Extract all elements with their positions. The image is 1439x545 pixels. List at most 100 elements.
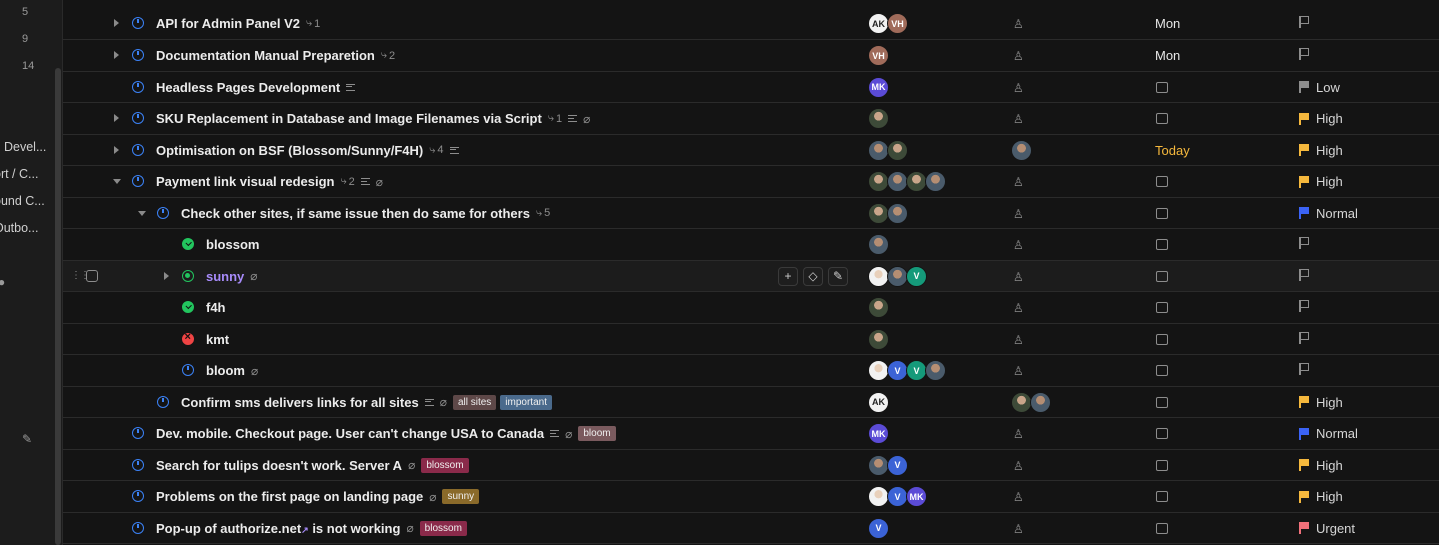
assignees[interactable] — [868, 297, 889, 318]
priority[interactable] — [1299, 363, 1310, 375]
tag-badge[interactable]: sunny — [442, 489, 480, 504]
add-assignee-icon[interactable]: ♙ — [1013, 333, 1024, 347]
assignees[interactable] — [868, 328, 889, 350]
sidebar-item-support[interactable]: ort / C... — [0, 167, 50, 181]
task-row[interactable]: Problems on the first page on landing pa… — [63, 481, 1439, 513]
task-title[interactable]: API for Admin Panel V2 ⤷ 1 — [156, 16, 320, 31]
row-checkbox[interactable] — [86, 269, 98, 282]
in-progress-status-icon[interactable] — [132, 17, 144, 29]
priority[interactable] — [1299, 237, 1310, 249]
task-title[interactable]: Search for tulips doesn't work. Server A… — [156, 457, 469, 473]
task-row[interactable]: Confirm sms delivers links for all sites… — [63, 387, 1439, 418]
calendar-icon[interactable] — [1156, 459, 1168, 471]
in-progress-status-icon[interactable] — [132, 427, 144, 439]
in-progress-status-icon[interactable] — [157, 395, 169, 408]
task-row[interactable]: Headless Pages Development MK ♙ Low — [63, 72, 1439, 103]
assignee-avatar[interactable] — [1011, 391, 1051, 413]
assignees[interactable]: AK VH — [868, 13, 908, 34]
calendar-icon[interactable] — [1156, 270, 1168, 282]
add-assignee-icon[interactable]: ♙ — [1013, 17, 1024, 31]
task-row[interactable]: f4h ♙ — [63, 292, 1439, 324]
task-title[interactable]: Documentation Manual Preparetion ⤷ 2 — [156, 48, 395, 63]
in-progress-status-icon[interactable] — [132, 80, 144, 93]
add-assignee-icon[interactable]: ♙ — [1013, 490, 1024, 504]
priority[interactable]: High — [1299, 174, 1343, 189]
expand-caret-icon[interactable] — [114, 114, 119, 122]
add-assignee-icon[interactable]: ♙ — [1013, 270, 1024, 284]
task-title[interactable]: Payment link visual redesign ⤷ 2 ⌀ — [156, 174, 383, 189]
add-assignee-icon[interactable]: ♙ — [1013, 81, 1024, 95]
in-progress-status-icon[interactable] — [132, 521, 144, 534]
calendar-icon[interactable] — [1156, 428, 1168, 439]
task-title[interactable]: Check other sites, if same issue then do… — [181, 206, 550, 221]
rename-pencil-icon[interactable]: ✎ — [828, 266, 848, 286]
sidebar-item-inbound[interactable]: ound C... — [0, 194, 50, 208]
assignees[interactable] — [868, 202, 908, 224]
assignee-avatar[interactable] — [1011, 139, 1032, 161]
task-row[interactable]: ⋮⋮ sunny ⌀ + ◇ ✎ V ♙ — [63, 260, 1439, 292]
priority[interactable]: High — [1299, 489, 1343, 504]
collapse-caret-icon[interactable] — [138, 210, 146, 216]
due-date[interactable]: Mon — [1155, 48, 1180, 63]
task-row[interactable]: Optimisation on BSF (Blossom/Sunny/F4H) ⤷… — [63, 135, 1439, 166]
expand-caret-icon[interactable] — [114, 145, 119, 154]
task-title[interactable]: sunny ⌀ — [206, 269, 258, 284]
external-link-icon[interactable]: ↗ — [301, 525, 309, 535]
tag-icon[interactable]: ◇ — [803, 266, 823, 286]
assignees[interactable]: V — [868, 454, 908, 476]
in-progress-status-icon[interactable] — [132, 143, 144, 156]
assignees[interactable]: V MK — [868, 486, 927, 507]
task-row[interactable]: Payment link visual redesign ⤷ 2 ⌀ ♙ High — [63, 166, 1439, 198]
blocked-status-icon[interactable] — [182, 331, 194, 345]
in-progress-status-icon[interactable] — [182, 364, 194, 376]
review-status-icon[interactable] — [182, 269, 194, 282]
done-status-icon[interactable] — [182, 301, 194, 313]
assignees[interactable]: MK — [868, 76, 889, 98]
in-progress-status-icon[interactable] — [132, 490, 144, 502]
priority[interactable] — [1299, 331, 1310, 344]
add-assignee-icon[interactable]: ♙ — [1013, 175, 1024, 189]
pencil-icon[interactable]: ✎ — [22, 432, 32, 446]
tag-badge[interactable]: all sites — [452, 394, 497, 410]
assignees[interactable]: AK — [868, 391, 889, 413]
add-assignee-icon[interactable]: ♙ — [1013, 49, 1024, 63]
task-title[interactable]: blossom — [206, 237, 259, 252]
task-title[interactable]: Problems on the first page on landing pa… — [156, 489, 480, 504]
in-progress-status-icon[interactable] — [132, 458, 144, 471]
task-row[interactable]: Check other sites, if same issue then do… — [63, 198, 1439, 229]
priority[interactable]: High — [1299, 458, 1343, 473]
task-title[interactable]: Optimisation on BSF (Blossom/Sunny/F4H) ⤷… — [156, 143, 459, 158]
calendar-icon[interactable] — [1156, 113, 1168, 124]
add-assignee-icon[interactable]: ♙ — [1013, 459, 1024, 473]
add-assignee-icon[interactable]: ♙ — [1013, 427, 1024, 441]
calendar-icon[interactable] — [1156, 239, 1168, 250]
task-title[interactable]: Dev. mobile. Checkout page. User can't c… — [156, 426, 616, 441]
add-assignee-icon[interactable]: ♙ — [1013, 238, 1024, 252]
expand-caret-icon[interactable] — [114, 19, 119, 27]
sidebar-scrollbar[interactable] — [55, 68, 61, 545]
assignees[interactable] — [868, 139, 908, 161]
add-assignee-icon[interactable]: ♙ — [1013, 301, 1024, 315]
tag-badge[interactable]: bloom — [578, 426, 616, 441]
priority[interactable]: High — [1299, 395, 1343, 410]
task-row[interactable]: blossom ♙ — [63, 229, 1439, 261]
task-title[interactable]: SKU Replacement in Database and Image Fi… — [156, 111, 590, 126]
expand-caret-icon[interactable] — [164, 271, 169, 280]
assignees[interactable]: VH — [868, 45, 889, 66]
priority[interactable]: High — [1299, 111, 1343, 126]
task-row[interactable]: kmt ♙ — [63, 324, 1439, 355]
sidebar-item-devel[interactable]: Devel... — [4, 140, 60, 154]
priority[interactable]: Urgent — [1299, 521, 1355, 536]
in-progress-status-icon[interactable] — [157, 206, 169, 219]
calendar-icon[interactable] — [1156, 396, 1168, 408]
calendar-icon[interactable] — [1156, 333, 1168, 345]
due-date[interactable]: Today — [1155, 143, 1190, 158]
assignees[interactable]: MK — [868, 423, 889, 444]
in-progress-status-icon[interactable] — [132, 175, 144, 187]
done-status-icon[interactable] — [182, 238, 194, 250]
tag-badge[interactable]: blossom — [419, 520, 467, 536]
task-title[interactable]: bloom ⌀ — [206, 363, 258, 378]
calendar-icon[interactable] — [1156, 81, 1168, 93]
priority[interactable]: Normal — [1299, 426, 1358, 441]
task-title[interactable]: Pop-up of authorize.net↗ is not working ⌀… — [156, 520, 467, 536]
